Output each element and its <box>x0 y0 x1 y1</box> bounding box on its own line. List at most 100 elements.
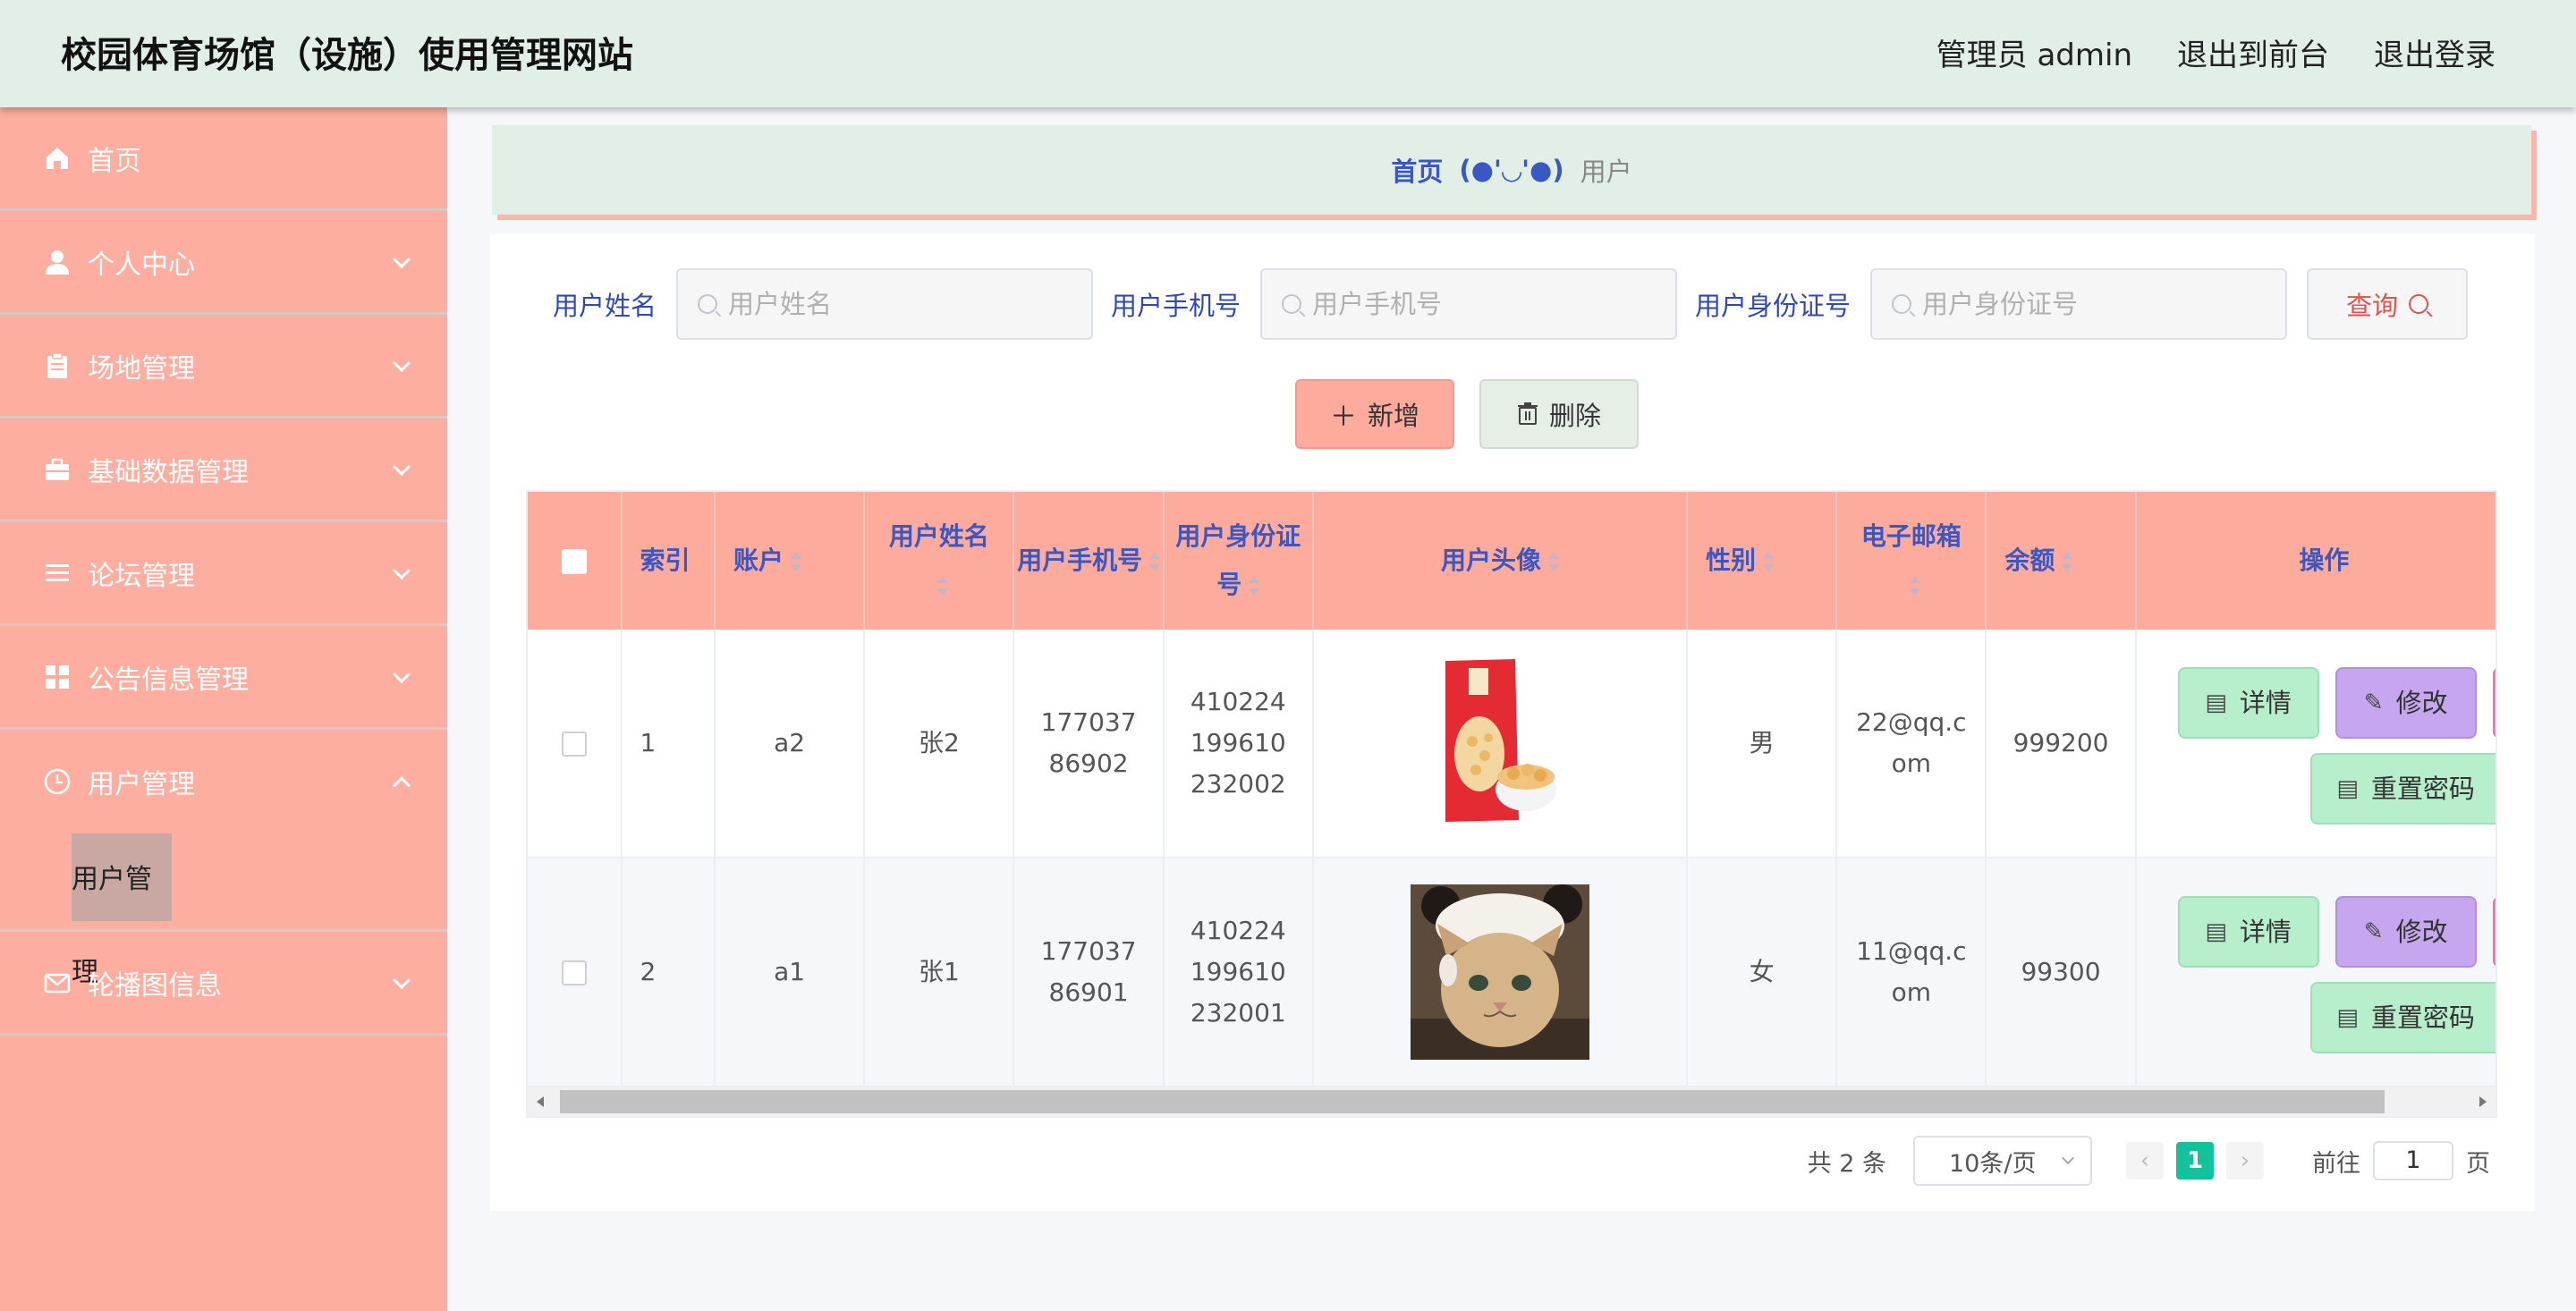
cell-phone-text: 17703786901 <box>1040 936 1137 1007</box>
edit-button[interactable]: ✎ 修改 <box>2334 667 2477 739</box>
sort-icon[interactable] <box>936 576 948 596</box>
col-gender[interactable]: 性别 <box>1686 492 1838 630</box>
phone-search-input[interactable] <box>1312 289 1653 319</box>
select-all-cell <box>528 492 623 630</box>
col-idcard[interactable]: 用户身份证号 <box>1163 492 1314 630</box>
sidebar-item-forum[interactable]: 论坛管理 <box>0 522 447 626</box>
detail-button[interactable]: ▤ 详情 <box>2177 667 2319 739</box>
add-button[interactable]: ＋ 新增 <box>1295 379 1454 449</box>
sidebar-item-personal-center[interactable]: 个人中心 <box>0 211 447 315</box>
col-email[interactable]: 电子邮箱 <box>1836 492 1987 630</box>
sidebar-item-label: 首页 <box>88 145 141 177</box>
phone-search-field[interactable] <box>1260 268 1678 340</box>
cell-balance: 999200 <box>1986 630 2137 858</box>
chevron-down-icon <box>393 970 411 989</box>
user-table: 索引 账户 用户姓名 用户手机号 用户身份证号 用户头像 性别 电子邮箱 余额 … <box>526 490 2497 1118</box>
top-header: 校园体育场馆（设施）使用管理网站 管理员 admin 退出到前台 退出登录 <box>0 0 2576 107</box>
cat-photo[interactable] <box>1410 884 1589 1060</box>
sidebar-item-user-management[interactable]: 用户管理 <box>0 730 447 833</box>
header-actions: 管理员 admin 退出到前台 退出登录 <box>1936 0 2496 111</box>
chevron-up-icon <box>393 776 411 795</box>
page-number-button[interactable]: 1 <box>2176 1142 2214 1180</box>
chevron-down-icon <box>2061 1151 2075 1165</box>
reset-label: 重置密码 <box>2370 1002 2475 1033</box>
sort-icon[interactable] <box>1149 552 1161 571</box>
cell-email: 22@qq.com <box>1836 630 1987 858</box>
sidebar-item-basic-data[interactable]: 基础数据管理 <box>0 419 447 522</box>
detail-button[interactable]: ▤ 详情 <box>2177 896 2319 968</box>
row-actions: ▤ 详情 ✎ 修改 🗑删 ▤ 重置密码 <box>2137 858 2496 1086</box>
pagination: 共 2 条 10条/页 ‹ 1 › 前往 1 页 <box>1808 1136 2490 1186</box>
sidebar-item-venue[interactable]: 场地管理 <box>0 315 447 419</box>
col-balance[interactable]: 余额 <box>1986 492 2137 630</box>
sidebar-item-label: 个人中心 <box>88 249 195 281</box>
add-label: 新增 <box>1367 401 1419 431</box>
scrollbar-thumb[interactable] <box>560 1090 2385 1113</box>
prev-page-button[interactable]: ‹ <box>2126 1142 2164 1180</box>
row-checkbox[interactable] <box>561 732 587 757</box>
cell-gender: 女 <box>1686 858 1838 1087</box>
goto-page-input[interactable]: 1 <box>2373 1141 2453 1180</box>
reset-password-button[interactable]: ▤ 重置密码 <box>2309 753 2496 825</box>
col-balance-label: 余额 <box>2004 546 2055 575</box>
query-button[interactable]: 查询 <box>2307 268 2469 340</box>
briefcase-icon <box>46 458 69 480</box>
list-icon <box>46 563 69 581</box>
col-phone-label: 用户手机号 <box>1017 546 1143 575</box>
idcard-search-field[interactable] <box>1870 268 2288 340</box>
row-checkbox[interactable] <box>561 960 587 985</box>
col-name[interactable]: 用户姓名 <box>864 492 1015 630</box>
sort-icon[interactable] <box>1909 576 1920 596</box>
next-page-button[interactable]: › <box>2226 1142 2264 1180</box>
page-size-select[interactable]: 10条/页 <box>1913 1136 2092 1186</box>
sort-icon[interactable] <box>1547 552 1559 571</box>
admin-label: 管理员 admin <box>1936 38 2132 73</box>
sidebar-item-home[interactable]: 首页 <box>0 107 447 211</box>
sidebar-item-label: 基础数据管理 <box>88 456 249 488</box>
row-select-cell <box>528 630 623 858</box>
row-actions: ▤ 详情 ✎ 修改 🗑删 ▤ 重置密码 <box>2137 630 2496 857</box>
edit-button[interactable]: ✎ 修改 <box>2334 896 2477 968</box>
sidebar-item-notice[interactable]: 公告信息管理 <box>0 626 447 730</box>
sidebar-item-carousel[interactable]: 轮播图信息 <box>0 932 447 1036</box>
user-icon <box>46 250 69 275</box>
sort-icon[interactable] <box>1763 552 1774 571</box>
col-avatar-label: 用户头像 <box>1440 546 1541 575</box>
sort-icon[interactable] <box>1249 576 1260 596</box>
cell-email: 11@qq.com <box>1836 858 1987 1087</box>
pencil-icon: ✎ <box>2363 689 2384 716</box>
snack-photo[interactable] <box>1441 656 1558 831</box>
breadcrumb-current: 用户 <box>1580 156 1632 187</box>
select-all-checkbox[interactable] <box>561 549 587 574</box>
col-account[interactable]: 账户 <box>715 492 866 630</box>
row-delete-button[interactable]: 🗑删 <box>2492 667 2496 739</box>
scroll-right-icon[interactable] <box>2479 1096 2487 1107</box>
cell-avatar <box>1312 858 1688 1087</box>
name-search-input[interactable] <box>728 289 1069 319</box>
phone-label: 用户手机号 <box>1111 291 1241 321</box>
document-icon: ▤ <box>2336 1004 2359 1031</box>
logout-link[interactable]: 退出登录 <box>2374 0 2496 111</box>
sort-icon[interactable] <box>2062 552 2073 571</box>
sidebar-subitem-user-management[interactable]: 用户管理 <box>72 833 172 988</box>
edit-label: 修改 <box>2395 688 2448 718</box>
col-phone[interactable]: 用户手机号 <box>1013 492 1165 630</box>
name-search-field[interactable] <box>676 268 1094 340</box>
col-avatar[interactable]: 用户头像 <box>1312 492 1688 630</box>
chevron-down-icon <box>393 664 411 683</box>
cell-balance: 99300 <box>1986 858 2137 1087</box>
horizontal-scrollbar[interactable] <box>528 1087 2496 1116</box>
breadcrumb-home[interactable]: 首页 <box>1391 151 1443 189</box>
sidebar-item-label: 轮播图信息 <box>88 969 222 1002</box>
exit-front-link[interactable]: 退出到前台 <box>2177 0 2329 111</box>
delete-button[interactable]: 删除 <box>1479 379 1639 449</box>
breadcrumb: 首页 (●'◡'●) 用户 <box>492 125 2531 215</box>
scroll-left-icon[interactable] <box>537 1096 544 1107</box>
cell-phone: 17703786902 <box>1013 630 1165 858</box>
idcard-search-input[interactable] <box>1922 289 2263 319</box>
row-delete-button[interactable]: 🗑删 <box>2492 896 2496 968</box>
table-header-row: 索引 账户 用户姓名 用户手机号 用户身份证号 用户头像 性别 电子邮箱 余额 … <box>528 492 2496 630</box>
cell-avatar <box>1312 630 1688 858</box>
sort-icon[interactable] <box>791 552 802 571</box>
reset-password-button[interactable]: ▤ 重置密码 <box>2309 982 2496 1053</box>
